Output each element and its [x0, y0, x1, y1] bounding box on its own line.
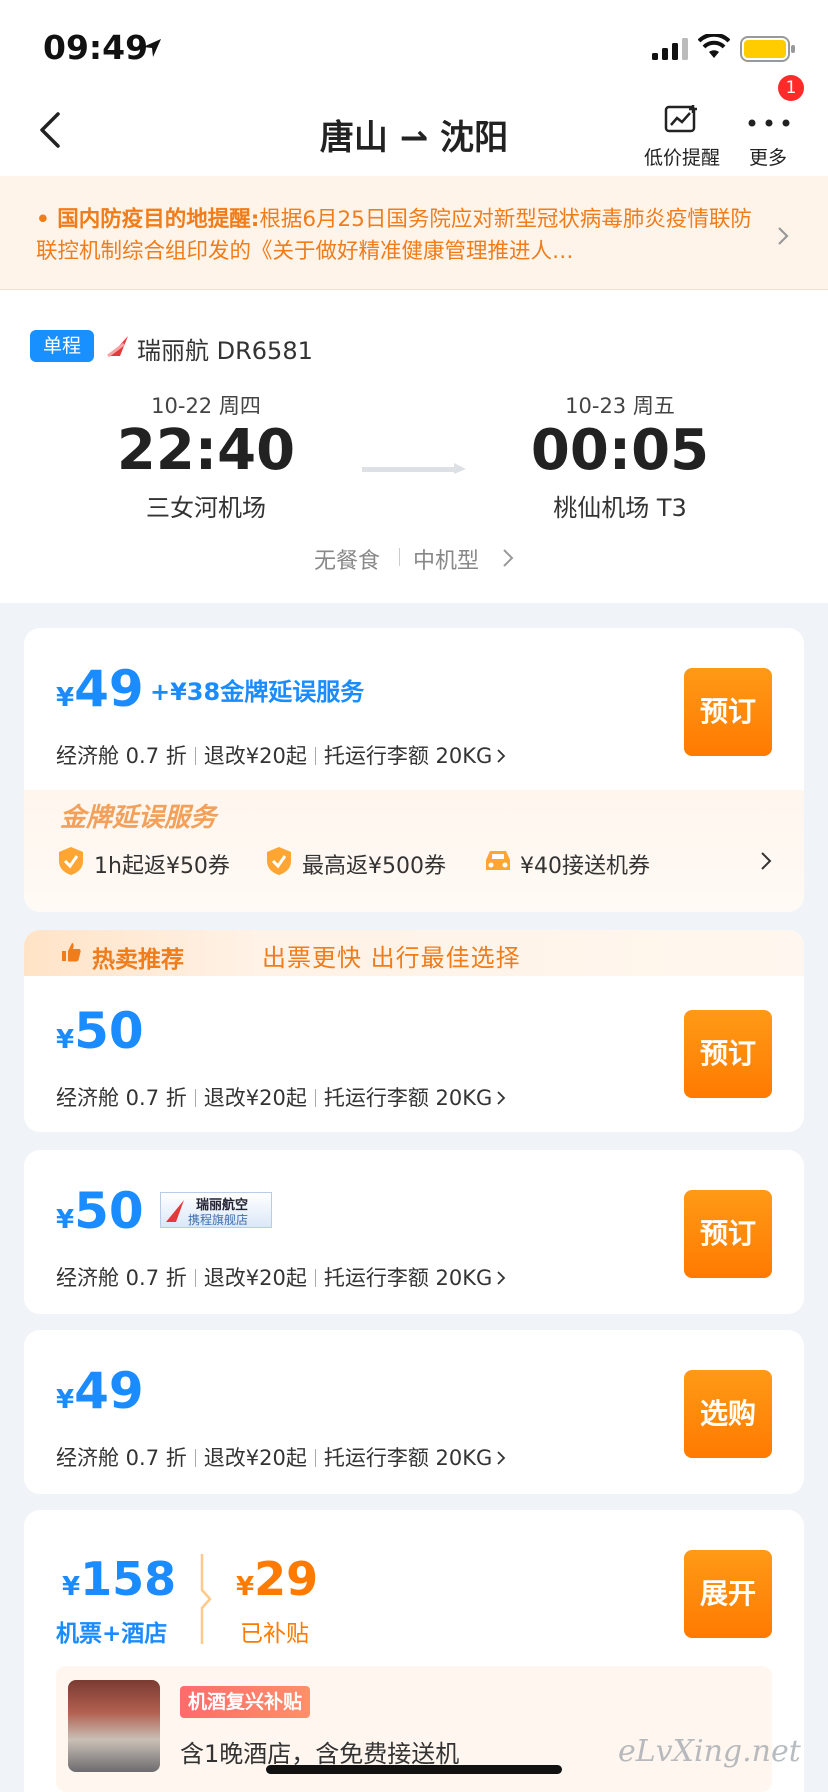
shield-icon — [267, 847, 291, 875]
subsidy-amount: ¥29 — [236, 1552, 319, 1606]
perk-refund-voucher: 1h起返¥50券 — [94, 854, 230, 879]
trip-type-badge: 单程 — [30, 330, 94, 362]
book-button[interactable]: 预订 — [684, 668, 772, 756]
combo-label: 机票+酒店 — [56, 1621, 168, 1647]
airline-logo-icon — [166, 1200, 184, 1222]
flight-arrow-icon — [362, 463, 466, 474]
wifi-icon — [698, 34, 730, 58]
fare-conditions[interactable]: 经济舱 0.7 折退改¥20起 托运行李额 20KG — [56, 740, 506, 770]
fare-price: ¥49 — [56, 1362, 144, 1420]
departure-airport: 三女河机场 — [146, 494, 266, 522]
price-alert-label[interactable]: 低价提醒 — [632, 143, 732, 170]
fare-price: ¥49 — [56, 660, 144, 718]
book-button[interactable]: 预订 — [684, 1190, 772, 1278]
fare-conditions[interactable]: 经济舱 0.7 折退改¥20起 托运行李额 20KG — [56, 1082, 506, 1112]
chevron-right-icon[interactable] — [776, 225, 790, 247]
shield-icon — [59, 847, 83, 875]
select-button[interactable]: 选购 — [684, 1370, 772, 1458]
notice-text[interactable]: • 国内防疫目的地提醒:根据6月25日国务院应对新型冠状病毒肺炎疫情联防联控机制… — [36, 204, 756, 268]
chevron-right-icon — [497, 1271, 506, 1285]
price-alert-icon[interactable] — [664, 103, 700, 135]
chevron-right-icon — [497, 1091, 506, 1105]
more-badge: 1 — [778, 75, 804, 101]
departure-time: 22:40 — [116, 418, 296, 483]
fare-price: ¥50 — [56, 1182, 144, 1240]
notice-label: • 国内防疫目的地提醒: — [36, 207, 260, 232]
thumbs-up-icon — [62, 943, 81, 962]
chevron-right-icon — [497, 749, 506, 763]
chevron-right-icon[interactable] — [502, 548, 514, 568]
fare-conditions[interactable]: 经济舱 0.7 折退改¥20起 托运行李额 20KG — [56, 1442, 506, 1472]
divider — [399, 548, 400, 566]
hotel-thumbnail — [68, 1680, 160, 1772]
departure-date: 10-22 周四 — [151, 394, 261, 418]
home-indicator[interactable] — [266, 1765, 562, 1774]
cellular-signal-icon — [652, 38, 688, 60]
perk-transfer-voucher: ¥40接送机券 — [520, 854, 650, 879]
arrival-time: 00:05 — [530, 418, 710, 483]
airline-flight-number: 瑞丽航 DR6581 — [137, 337, 313, 365]
airline-logo-icon — [107, 336, 128, 358]
watermark: eLvXing.net — [618, 1734, 801, 1769]
location-arrow-icon — [143, 39, 161, 57]
fare-conditions[interactable]: 经济舱 0.7 折退改¥20起 托运行李额 20KG — [56, 1262, 506, 1292]
hot-recommend-label: 热卖推荐 — [92, 947, 184, 973]
fare-price: ¥50 — [56, 1002, 144, 1060]
status-time: 09:49 — [43, 28, 149, 67]
battery-icon — [740, 36, 795, 62]
gold-service-addon[interactable]: +¥38金牌延误服务 — [150, 672, 364, 707]
store-subtitle: 携程旗舰店 — [188, 1213, 249, 1227]
subsidy-label: 已补贴 — [240, 1621, 309, 1647]
chevron-right-icon[interactable] — [760, 851, 772, 871]
perk-max-refund: 最高返¥500券 — [302, 854, 446, 879]
more-label[interactable]: 更多 — [740, 143, 796, 170]
expand-button[interactable]: 展开 — [684, 1550, 772, 1638]
chevron-right-icon — [497, 1451, 506, 1465]
gold-service-title: 金牌延误服务 — [60, 803, 217, 833]
hot-recommend-subtitle: 出票更快 出行最佳选择 — [262, 944, 521, 972]
hotel-subsidy-tag: 机酒复兴补贴 — [180, 1686, 311, 1718]
meal-info[interactable]: 无餐食 — [314, 543, 380, 575]
combo-price: ¥158 — [62, 1552, 177, 1606]
hotel-description: 含1晚酒店，含免费接送机 — [180, 1740, 460, 1768]
arrival-date: 10-23 周五 — [565, 394, 675, 418]
more-dots-icon[interactable] — [747, 118, 791, 128]
aircraft-type[interactable]: 中机型 — [413, 543, 479, 575]
book-button[interactable]: 预订 — [684, 1010, 772, 1098]
car-icon — [486, 851, 510, 870]
brace-divider — [200, 1554, 212, 1644]
arrival-airport: 桃仙机场 T3 — [553, 494, 687, 522]
